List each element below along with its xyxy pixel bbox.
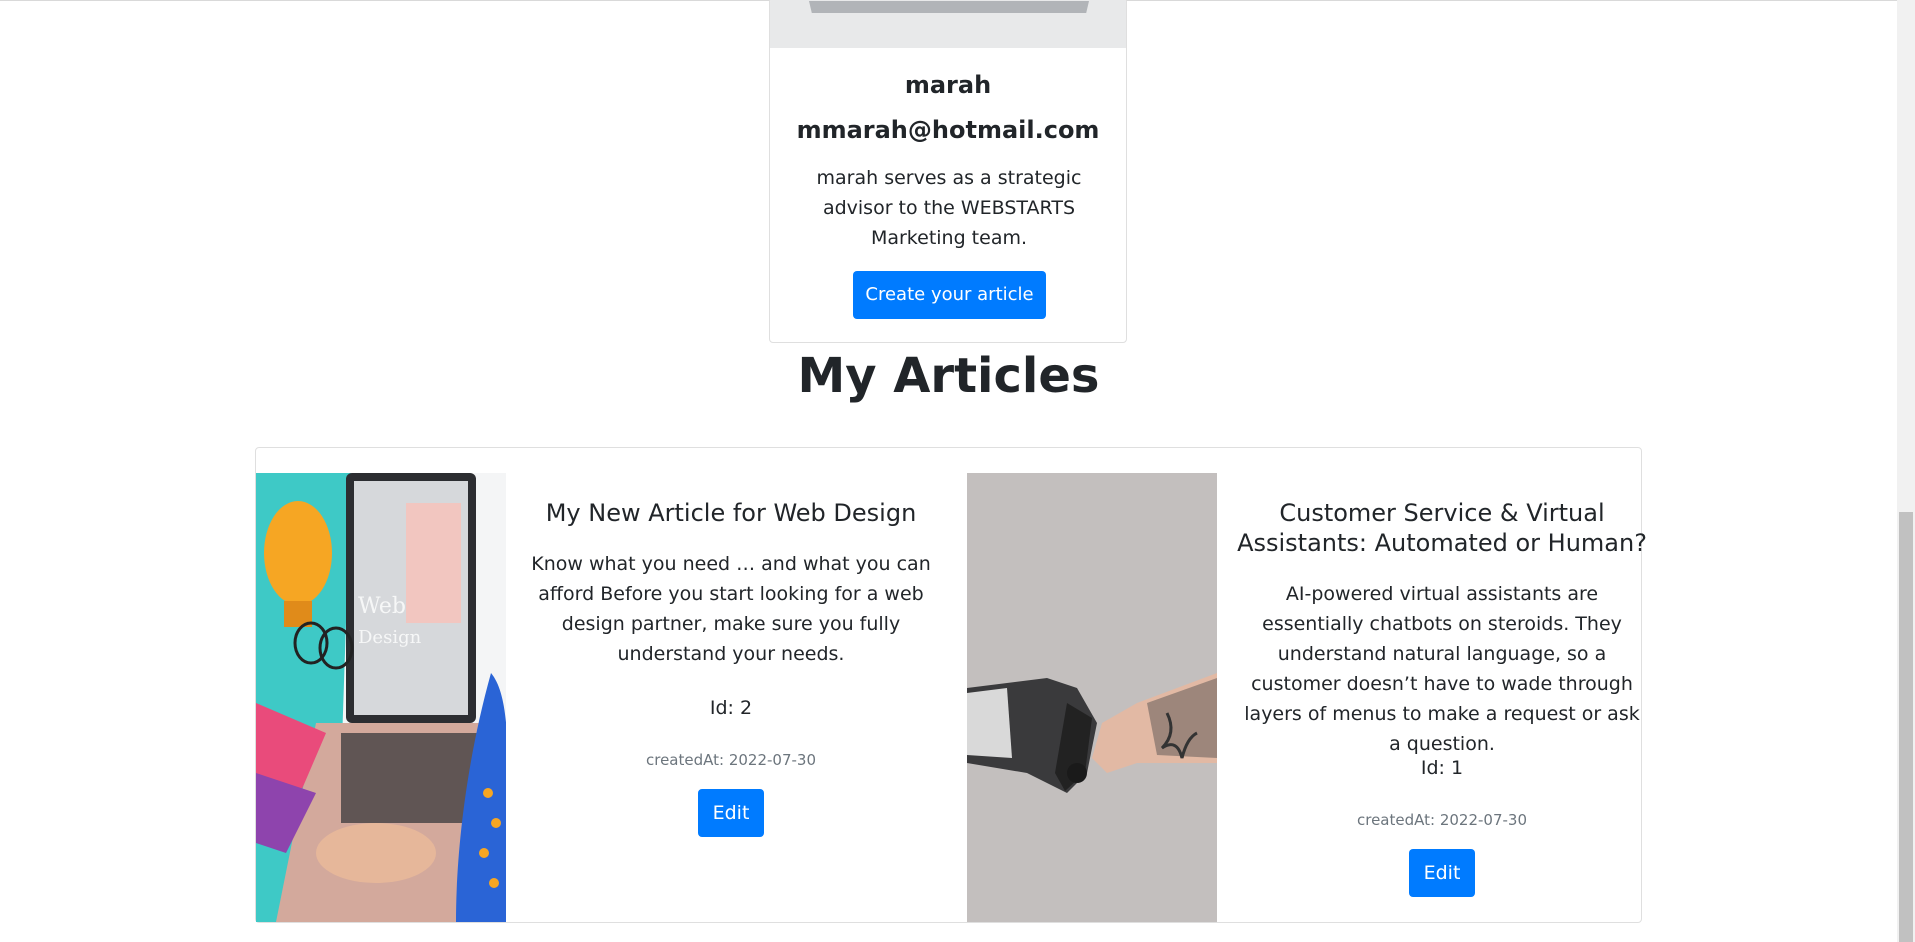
profile-image: [770, 0, 1126, 48]
articles-container: Web Design My New Article for Web Design…: [255, 447, 1647, 923]
article-text: AI-powered virtual assistants are essent…: [1244, 583, 1640, 755]
edit-article-button[interactable]: Edit: [1409, 849, 1475, 897]
article-title: Customer Service & Virtual Assistants: A…: [1237, 499, 1647, 557]
profile-email: mmarah@hotmail.com: [796, 116, 1100, 144]
article-id: Id: 2: [709, 697, 753, 719]
article-created-date: createdAt: 2022-07-30: [645, 751, 816, 769]
article-image-fist-bump: [967, 473, 1217, 922]
section-title: My Articles: [797, 348, 1100, 404]
page-scrollbar[interactable]: [1897, 0, 1915, 942]
edit-article-button[interactable]: Edit: [698, 789, 764, 837]
scrollbar-thumb[interactable]: [1899, 512, 1913, 942]
profile-card: marah mmarah@hotmail.com marah serves as…: [769, 0, 1127, 343]
article-id: Id: 1: [1420, 757, 1464, 779]
article-created-date: createdAt: 2022-07-30: [1356, 811, 1527, 829]
svg-text:Design: Design: [358, 627, 422, 648]
svg-text:Web: Web: [358, 594, 406, 619]
profile-bio: marah serves as a strategic advisor to t…: [816, 167, 1082, 249]
article-image-web-design: Web Design: [256, 473, 506, 922]
create-article-button[interactable]: Create your article: [853, 271, 1046, 319]
article-text: Know what you need … and what you can af…: [531, 553, 931, 665]
article-title: My New Article for Web Design: [545, 499, 917, 527]
profile-image-device: [809, 1, 1089, 13]
profile-name: marah: [904, 71, 992, 99]
